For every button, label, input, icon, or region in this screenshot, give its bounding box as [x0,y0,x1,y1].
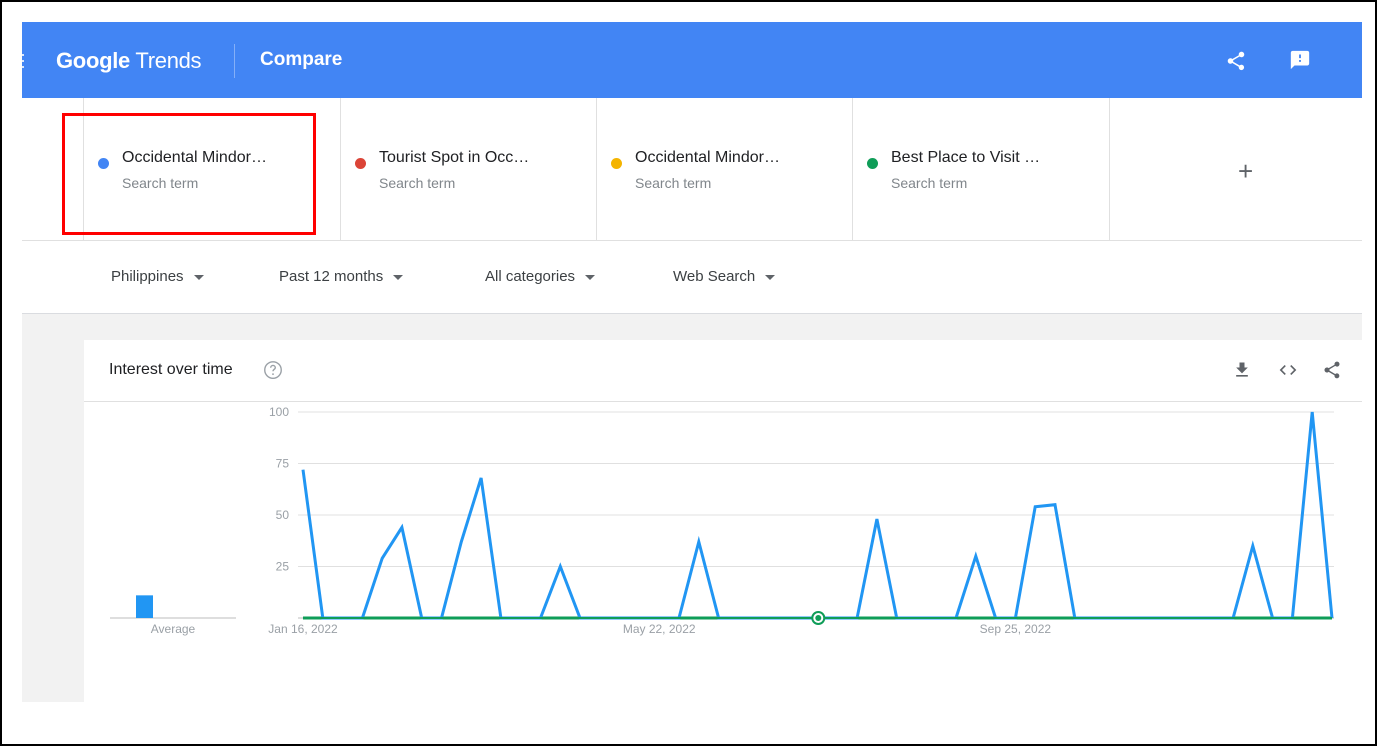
y-tick-label: 75 [276,457,290,471]
menu-icon[interactable] [22,54,25,68]
term-name: Best Place to Visit … [891,149,1041,166]
app-header: Google Trends Compare [22,22,1362,98]
chevron-down-icon [585,274,596,280]
search-term-4[interactable]: Best Place to Visit … Search term [853,98,1110,241]
term-name: Occidental Mindor… [635,149,780,166]
search-term-1[interactable]: Occidental Mindor… Search term [84,98,341,241]
annotation-marker-dot [815,615,822,621]
search-terms-bar: Occidental Mindor… Search term Tourist S… [22,98,1362,241]
interest-over-time-card: Interest over time 100 75 50 25 Average Jan 1… [84,340,1362,702]
x-tick-label: Jan 16, 2022 [268,622,338,636]
screenshot-frame: Google Trends Compare Occidental Mindor…… [0,0,1377,746]
help-circle-icon[interactable] [262,359,284,381]
y-tick-label: 100 [269,405,289,419]
category-label: All categories [485,268,576,285]
category-dropdown[interactable]: All categories [485,268,596,285]
x-tick-label: Sep 25, 2022 [980,622,1052,636]
logo-google-text: Google [56,48,130,73]
term-name: Occidental Mindor… [122,149,267,166]
term-type: Search term [635,175,712,191]
term-type: Search term [379,175,456,191]
term-color-dot [355,158,366,169]
y-tick-label: 25 [276,560,290,574]
download-icon[interactable] [1232,360,1252,380]
x-tick-label: May 22, 2022 [623,622,696,636]
share-icon[interactable] [1322,360,1342,380]
term-color-dot [611,158,622,169]
term-name: Tourist Spot in Occ… [379,149,530,166]
y-tick-label: 50 [276,508,290,522]
search-type-dropdown[interactable]: Web Search [673,268,776,285]
page-title: Compare [260,49,343,70]
card-header: Interest over time [84,340,1362,402]
feedback-icon[interactable] [1289,49,1311,71]
logo-trends-text: Trends [135,48,202,73]
term-color-dot [867,158,878,169]
google-trends-logo[interactable]: Google Trends [56,48,202,74]
plus-icon: + [1238,156,1254,186]
chevron-down-icon [393,274,404,280]
add-comparison-button[interactable]: + [1110,98,1362,241]
region-label: Philippines [111,268,184,285]
header-divider [234,44,235,78]
term-type: Search term [122,175,199,191]
search-term-2[interactable]: Tourist Spot in Occ… Search term [341,98,597,241]
time-range-dropdown[interactable]: Past 12 months [279,268,404,285]
search-type-label: Web Search [673,268,756,285]
google-trends-app: Google Trends Compare Occidental Mindor…… [22,22,1362,702]
interest-over-time-chart[interactable]: 100 75 50 25 Average Jan 16, 2022 May 22, 2022… [84,402,1362,702]
term-color-dot [98,158,109,169]
embed-icon[interactable] [1277,360,1299,380]
chevron-down-icon [765,274,776,280]
search-term-3[interactable]: Occidental Mindor… Search term [597,98,853,241]
filter-bar: Philippines Past 12 months All categorie… [22,241,1362,314]
chevron-down-icon [193,274,204,280]
terms-left-gutter [22,98,84,241]
region-dropdown[interactable]: Philippines [111,268,204,285]
term-type: Search term [891,175,968,191]
card-title: Interest over time [109,361,233,378]
average-label: Average [151,622,196,636]
share-icon[interactable] [1225,50,1247,72]
time-range-label: Past 12 months [279,268,384,285]
average-bar [136,595,153,618]
